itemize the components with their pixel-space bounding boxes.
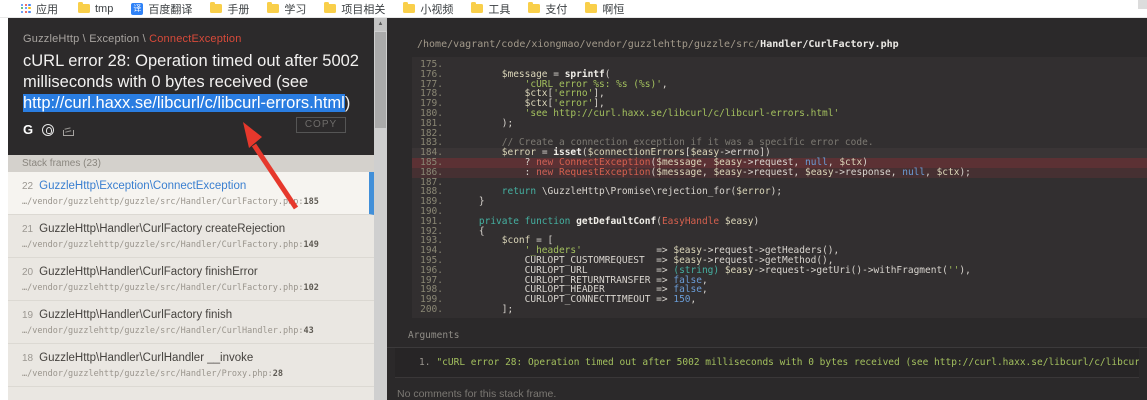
left-panel-scrollbar[interactable]: ▲ [374, 18, 387, 400]
code-line: 181. ); [412, 119, 1147, 129]
stack-frame[interactable]: 19 GuzzleHttp\Handler\CurlFactory finish …… [8, 301, 374, 344]
argument-item: 1."cURL error 28: Operation timed out af… [419, 357, 1133, 368]
bookmark-item[interactable]: 小视频 [394, 1, 462, 17]
bookmark-item[interactable]: 译百度翻译 [122, 1, 201, 17]
folder-icon [585, 4, 597, 13]
folder-icon [471, 4, 483, 13]
folder-icon [528, 4, 540, 13]
bookmark-label: 项目相关 [341, 1, 385, 17]
bookmark-label: 工具 [488, 1, 510, 17]
exception-header: GuzzleHttp \ Exception \ ConnectExceptio… [8, 18, 374, 155]
file-path-prefix: /home/vagrant/code/xiongmao/vendor/guzzl… [417, 39, 760, 50]
bookmark-item[interactable]: 手册 [201, 1, 258, 17]
bookmarks-bar: 应用 tmp 译百度翻译 手册 学习 项目相关 小视频 工具 支付 啊恒 [0, 0, 1147, 18]
frame-path: …/vendor/guzzlehttp/guzzle/src/Handler/C… [22, 326, 360, 336]
bookmark-item[interactable]: 学习 [258, 1, 315, 17]
code-line: 180. 'see http://curl.haxx.se/libcurl/c/… [412, 109, 1147, 119]
bookmark-label: 啊恒 [602, 1, 624, 17]
duckduckgo-search-icon[interactable] [42, 124, 54, 136]
stackoverflow-search-icon[interactable] [63, 124, 74, 136]
code-line: 188. return \GuzzleHttp\Promise\rejectio… [412, 187, 1147, 197]
breadcrumb-separator: \ [79, 33, 89, 45]
arguments-list: 1."cURL error 28: Operation timed out af… [395, 348, 1139, 378]
code-line: 189. } [412, 197, 1147, 207]
no-comments-text: No comments for this stack frame. [397, 388, 1147, 400]
arguments-label: Arguments [408, 330, 1147, 341]
frame-title: GuzzleHttp\Exception\ConnectException [39, 180, 246, 192]
frame-path: …/vendor/guzzlehttp/guzzle/src/Handler/C… [22, 240, 360, 250]
apps-button[interactable]: 应用 [12, 1, 67, 17]
bookmark-item[interactable]: 啊恒 [576, 1, 633, 17]
stack-frame[interactable]: 22 GuzzleHttp\Exception\ConnectException …… [8, 172, 374, 215]
scrollbar-corner [1138, 0, 1147, 9]
file-path: /home/vagrant/code/xiongmao/vendor/guzzl… [387, 18, 1147, 50]
folder-icon [324, 4, 336, 13]
breadcrumb-part: GuzzleHttp [23, 33, 79, 45]
translate-icon: 译 [131, 3, 143, 15]
exception-message: cURL error 28: Operation timed out after… [23, 51, 367, 114]
breadcrumb-separator: \ [139, 33, 149, 45]
stack-frame[interactable]: 18 GuzzleHttp\Handler\CurlHandler __invok… [8, 344, 374, 387]
exception-message-text: cURL error 28: Operation timed out after… [23, 52, 359, 91]
code-line: 199. CURLOPT_CONNECTTIMEOUT => 150, [412, 295, 1147, 305]
bookmark-label: 手册 [227, 1, 249, 17]
bookmark-item[interactable]: 工具 [462, 1, 519, 17]
code-line: 200. ]; [412, 305, 1147, 315]
folder-icon [78, 4, 90, 13]
stack-frame[interactable]: 21 GuzzleHttp\Handler\CurlFactory createR… [8, 215, 374, 258]
frame-path: …/vendor/guzzlehttp/guzzle/src/Handler/P… [22, 369, 360, 379]
folder-icon [267, 4, 279, 13]
folder-icon [210, 4, 222, 13]
line-number: 200. [412, 305, 456, 315]
bookmarks-list: tmp 译百度翻译 手册 学习 项目相关 小视频 工具 支付 啊恒 [69, 1, 633, 17]
breadcrumb-part: ConnectException [149, 33, 241, 45]
code-panel: /home/vagrant/code/xiongmao/vendor/guzzl… [387, 18, 1147, 400]
frame-index: 20 [22, 267, 33, 278]
stack-frame[interactable]: 20 GuzzleHttp\Handler\CurlFactory finishE… [8, 258, 374, 301]
frame-title: GuzzleHttp\Handler\CurlFactory finish [39, 309, 232, 321]
exception-doc-link[interactable]: http://curl.haxx.se/libcurl/c/libcurl-er… [23, 94, 345, 112]
frame-title: GuzzleHttp\Handler\CurlFactory createRej… [39, 223, 285, 235]
bookmark-label: 百度翻译 [148, 1, 192, 17]
bookmark-label: tmp [95, 3, 113, 15]
scrollbar-thumb[interactable] [375, 32, 386, 128]
left-panel: GuzzleHttp \ Exception \ ConnectExceptio… [8, 18, 374, 400]
file-path-filename: Handler/CurlFactory.php [760, 39, 898, 50]
breadcrumb-part: Exception [89, 33, 139, 45]
folder-icon [403, 4, 415, 13]
frame-index: 18 [22, 353, 33, 364]
bookmark-label: 学习 [284, 1, 306, 17]
apps-label: 应用 [36, 1, 58, 17]
exception-message-suffix: ) [345, 94, 351, 112]
bookmark-label: 小视频 [420, 1, 453, 17]
frame-title: GuzzleHttp\Handler\CurlHandler __invoke [39, 352, 253, 364]
scrollbar-up-button[interactable]: ▲ [374, 18, 387, 31]
bookmark-label: 支付 [545, 1, 567, 17]
stack-frames-header: Stack frames (23) [8, 155, 374, 172]
code-lines: 175.176. $message = sprintf(177. 'cURL e… [412, 60, 1147, 315]
google-search-icon[interactable]: G [23, 123, 33, 137]
frame-index: 19 [22, 310, 33, 321]
frame-title: GuzzleHttp\Handler\CurlFactory finishErr… [39, 266, 258, 278]
frame-index: 22 [22, 181, 33, 192]
code-block: 175.176. $message = sprintf(177. 'cURL e… [412, 57, 1147, 318]
frame-path: …/vendor/guzzlehttp/guzzle/src/Handler/C… [22, 283, 360, 293]
frame-index: 21 [22, 224, 33, 235]
stack-frames-list: 22 GuzzleHttp\Exception\ConnectException …… [8, 172, 374, 400]
bookmark-item[interactable]: 项目相关 [315, 1, 394, 17]
code-line: 186. : new RequestException($message, $e… [412, 168, 1147, 178]
page: 应用 tmp 译百度翻译 手册 学习 项目相关 小视频 工具 支付 啊恒 GuzzleHttp … [0, 0, 1147, 400]
bookmark-item[interactable]: 支付 [519, 1, 576, 17]
bookmark-item[interactable]: tmp [69, 1, 122, 17]
apps-grid-icon [21, 4, 31, 14]
main-area: GuzzleHttp \ Exception \ ConnectExceptio… [0, 18, 1147, 400]
breadcrumb: GuzzleHttp \ Exception \ ConnectExceptio… [23, 33, 359, 45]
frame-path: …/vendor/guzzlehttp/guzzle/src/Handler/C… [22, 197, 355, 207]
copy-button[interactable]: COPY [296, 117, 346, 133]
code-line: 191. private function getDefaultConf(Eas… [412, 217, 1147, 227]
